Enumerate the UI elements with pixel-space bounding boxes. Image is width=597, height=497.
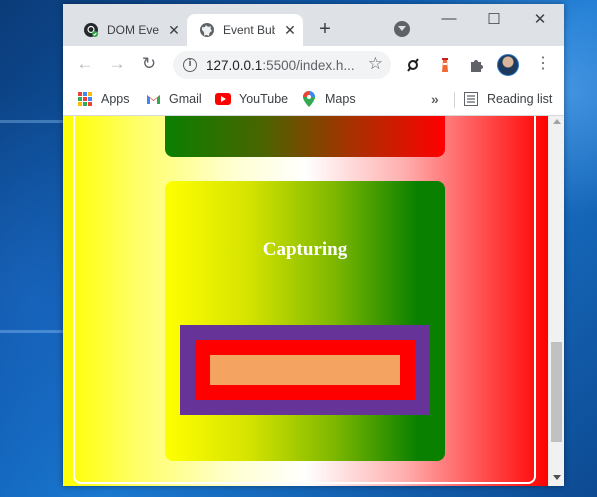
bubbling-box[interactable]	[165, 116, 445, 157]
extensions-puzzle-icon[interactable]	[467, 56, 485, 74]
bookmark-label: YouTube	[239, 92, 289, 106]
youtube-icon	[215, 91, 231, 107]
lighthouse-extension-icon[interactable]	[436, 56, 454, 74]
browser-menu-button[interactable]: ⋮	[535, 55, 551, 73]
bookmarks-bar: Apps Gmail YouTube Maps » Reading list	[63, 83, 564, 116]
close-window-button[interactable]: ✕	[530, 10, 550, 28]
scroll-thumb[interactable]	[551, 342, 562, 442]
outer-purple-box[interactable]	[180, 325, 430, 415]
tab-event-bubbling[interactable]: Event Bubl ✕	[187, 14, 303, 46]
forward-button[interactable]: →	[107, 55, 127, 73]
site-info-icon[interactable]: i	[183, 58, 197, 72]
tab-dom-events[interactable]: DOM Event ✕	[71, 14, 183, 46]
tab-close-icon[interactable]: ✕	[167, 22, 181, 39]
bookmark-youtube[interactable]: YouTube	[215, 91, 288, 107]
reading-list-button[interactable]: Reading list	[463, 91, 552, 107]
globe-icon	[200, 23, 214, 37]
extension-icon[interactable]	[404, 56, 422, 74]
bookmark-label: Gmail	[169, 92, 202, 106]
tab-title: DOM Event	[107, 23, 159, 37]
bookmark-label: Maps	[325, 92, 356, 106]
desktop-light-streak	[0, 330, 64, 333]
scroll-down-arrow[interactable]	[553, 475, 561, 480]
apps-grid-icon	[77, 91, 93, 107]
inner-orange-box[interactable]	[210, 355, 400, 385]
address-bar[interactable]: i 127.0.0.1:5500/index.h... ☆	[173, 51, 391, 79]
bookmarks-overflow-chevron[interactable]: »	[431, 91, 439, 107]
maximize-button[interactable]: ☐	[484, 10, 504, 28]
bookmark-apps[interactable]: Apps	[77, 91, 130, 107]
scroll-up-arrow[interactable]	[553, 119, 561, 124]
maps-icon	[301, 91, 317, 107]
bookmark-star-icon[interactable]: ☆	[368, 54, 383, 74]
bookmark-maps[interactable]: Maps	[301, 91, 356, 107]
capturing-box[interactable]: Capturing	[165, 181, 445, 461]
browser-window: DOM Event ✕ Event Bubl ✕ + — ☐ ✕ ← → ↻ i…	[63, 4, 564, 486]
tab-strip: DOM Event ✕ Event Bubl ✕ + — ☐ ✕	[63, 4, 564, 46]
minimize-button[interactable]: —	[439, 10, 459, 27]
page-background: Capturing	[63, 116, 548, 486]
gmail-icon	[145, 91, 161, 107]
middle-red-box[interactable]	[195, 340, 415, 400]
page-viewport: Capturing	[63, 116, 564, 486]
reading-list-icon	[463, 91, 479, 107]
new-tab-button[interactable]: +	[315, 18, 335, 40]
tab-search-icon[interactable]	[394, 21, 410, 37]
tab-close-icon[interactable]: ✕	[283, 22, 297, 39]
capturing-heading: Capturing	[262, 239, 348, 260]
url-text[interactable]: 127.0.0.1:5500/index.h...	[206, 58, 356, 73]
tab-title: Event Bubl	[223, 23, 275, 37]
bookmark-label: Apps	[101, 92, 130, 106]
back-button[interactable]: ←	[75, 55, 95, 73]
browser-toolbar: ← → ↻ i 127.0.0.1:5500/index.h... ☆ ⋮	[63, 46, 564, 83]
github-icon	[84, 23, 98, 37]
reading-list-label: Reading list	[487, 92, 553, 106]
bookmarks-divider	[454, 92, 455, 108]
profile-avatar[interactable]	[497, 54, 519, 76]
bookmark-gmail[interactable]: Gmail	[145, 91, 202, 107]
desktop-light-streak	[0, 120, 64, 123]
reload-button[interactable]: ↻	[139, 55, 159, 73]
vertical-scrollbar[interactable]	[548, 116, 564, 486]
